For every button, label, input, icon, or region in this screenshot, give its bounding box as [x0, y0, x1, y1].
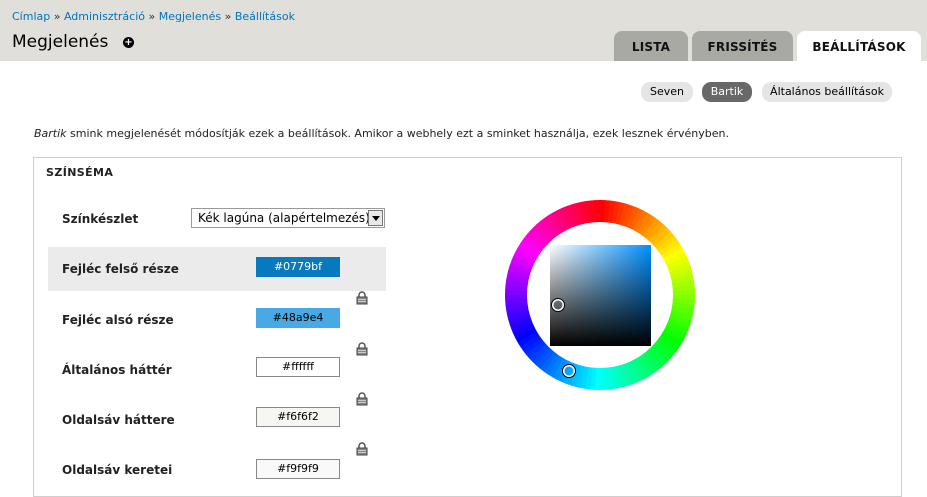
breadcrumb-separator: »	[148, 10, 156, 23]
breadcrumb-link-home[interactable]: Címlap	[12, 10, 50, 23]
lock-icon[interactable]	[356, 392, 368, 406]
lock-icon[interactable]	[356, 442, 368, 456]
color-input[interactable]: #f9f9f9	[256, 459, 340, 479]
color-row-header-bottom: Fejléc alsó része #48a9e4	[48, 298, 386, 342]
color-row-general-background: Általános háttér #ffffff	[48, 347, 386, 391]
color-label: Fejléc felső része	[62, 262, 179, 276]
breadcrumb-link-admin[interactable]: Adminisztráció	[64, 10, 145, 23]
chevron-down-icon[interactable]	[368, 210, 383, 226]
color-label: Oldalsáv keretei	[62, 463, 173, 477]
lock-icon[interactable]	[356, 342, 368, 356]
tab-lista[interactable]: LISTA	[614, 31, 688, 61]
color-set-label: Színkészlet	[62, 212, 139, 226]
color-label: Oldalsáv háttere	[62, 413, 175, 427]
breadcrumb-separator: »	[224, 10, 232, 23]
theme-name: Bartik	[34, 127, 67, 140]
description-text: smink megjelenését módosítják ezek a beá…	[66, 127, 730, 140]
color-set-select[interactable]: Kék lagúna (alapértelmezés)	[191, 208, 385, 228]
color-row-sidebar-background: Oldalsáv háttere #f6f6f2	[48, 397, 386, 441]
color-label: Általános háttér	[62, 363, 172, 377]
color-picker[interactable]	[505, 200, 695, 390]
color-input[interactable]: #f6f6f2	[256, 407, 340, 427]
color-row-header-top: Fejléc felső része #0779bf	[48, 247, 386, 291]
fieldset-legend: SZÍNSÉMA	[46, 166, 114, 179]
color-label: Fejléc alsó része	[62, 313, 174, 327]
breadcrumb-link-settings[interactable]: Beállítások	[235, 10, 295, 23]
tab-frissites[interactable]: FRISSÍTÉS	[692, 31, 793, 61]
color-input[interactable]: #0779bf	[256, 257, 340, 277]
breadcrumb-link-appearance[interactable]: Megjelenés	[159, 10, 221, 23]
lock-icon[interactable]	[356, 291, 368, 305]
tab-beallitasok[interactable]: BEÁLLÍTÁSOK	[797, 31, 921, 61]
breadcrumb: Címlap » Adminisztráció » Megjelenés » B…	[12, 10, 295, 23]
add-shortcut-icon[interactable]: +	[123, 37, 134, 48]
subtab-bartik[interactable]: Bartik	[702, 82, 752, 102]
color-row-sidebar-borders: Oldalsáv keretei #f9f9f9	[48, 447, 386, 491]
subtab-seven[interactable]: Seven	[641, 82, 693, 102]
color-input[interactable]: #48a9e4	[256, 308, 340, 328]
value-gradient	[550, 245, 651, 346]
color-input[interactable]: #ffffff	[256, 357, 340, 377]
description: Bartik smink megjelenését módosítják eze…	[34, 127, 729, 140]
color-set-value: Kék lagúna (alapértelmezés)	[198, 211, 370, 225]
page-title: Megjelenés	[12, 32, 109, 52]
subtab-general-settings[interactable]: Általános beállítások	[762, 82, 892, 102]
breadcrumb-separator: »	[53, 10, 61, 23]
header-bar: Címlap » Adminisztráció » Megjelenés » B…	[0, 0, 927, 61]
